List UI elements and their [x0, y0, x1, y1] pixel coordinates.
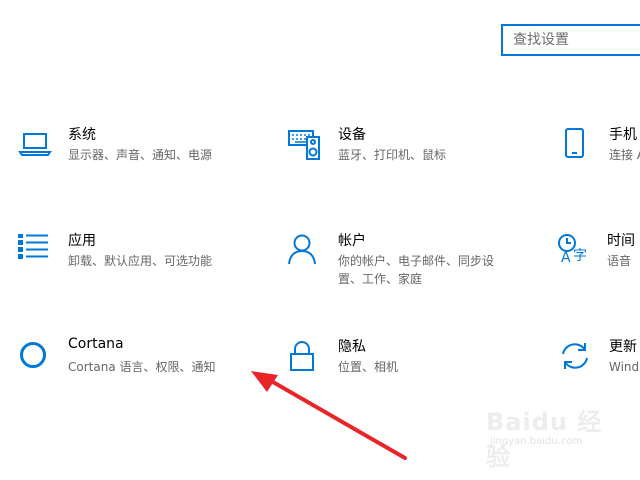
tile-title: 应用	[68, 233, 96, 249]
tile-phone[interactable]: 手机 连接 A	[559, 127, 640, 188]
tile-update[interactable]: 更新 Wind	[559, 339, 640, 400]
tile-system[interactable]: 系统 显示器、声音、通知、电源	[18, 127, 278, 188]
tile-description: 语音	[607, 254, 632, 268]
tile-description: 蓝牙、打印机、鼠标	[338, 148, 447, 162]
time-language-icon: A 字	[557, 234, 591, 268]
tile-description: Cortana 语言、权限、通知	[68, 360, 216, 374]
tile-time-language[interactable]: A 字 时间 语音	[557, 233, 640, 294]
tile-accounts[interactable]: 帐户 你的帐户、电子邮件、同步设置、工作、家庭	[288, 233, 548, 294]
apps-list-icon	[18, 234, 52, 268]
tile-title: 更新	[609, 339, 637, 355]
person-icon	[288, 234, 322, 268]
tile-title: 手机	[609, 127, 637, 143]
tile-title: Cortana	[68, 336, 124, 352]
tile-title: 设备	[338, 127, 366, 143]
tile-description: 你的帐户、电子邮件、同步设置、工作、家庭	[338, 254, 495, 286]
tile-title: 时间	[607, 233, 635, 249]
cortana-circle-icon	[18, 340, 52, 374]
tile-description: 显示器、声音、通知、电源	[68, 148, 213, 162]
tile-title: 隐私	[338, 339, 366, 355]
lock-icon	[288, 340, 322, 374]
tile-title: 系统	[68, 127, 96, 143]
watermark-url: jingyan.baidu.com	[490, 436, 583, 447]
update-arrows-icon	[559, 340, 593, 374]
tile-description: Wind	[609, 360, 640, 374]
tile-description: 位置、相机	[338, 360, 399, 374]
watermark-logo: Baidu 经验	[486, 408, 603, 471]
tile-title: 帐户	[338, 233, 366, 249]
tile-privacy[interactable]: 隐私 位置、相机	[288, 339, 548, 400]
tile-cortana[interactable]: Cortana Cortana 语言、权限、通知	[18, 336, 278, 400]
tile-description: 卸载、默认应用、可选功能	[68, 254, 213, 268]
search-box[interactable]	[501, 24, 640, 56]
svg-text:字: 字	[573, 248, 587, 264]
watermark: Baidu 经验 jingyan.baidu.com	[486, 402, 606, 471]
keyboard-speaker-icon	[288, 128, 322, 162]
search-input[interactable]	[503, 26, 640, 54]
phone-icon	[559, 128, 593, 162]
tile-devices[interactable]: 设备 蓝牙、打印机、鼠标	[288, 127, 548, 188]
laptop-icon	[18, 128, 52, 162]
tile-apps[interactable]: 应用 卸载、默认应用、可选功能	[18, 233, 278, 294]
svg-text:A: A	[561, 250, 571, 266]
tile-description: 连接 A	[609, 148, 640, 162]
